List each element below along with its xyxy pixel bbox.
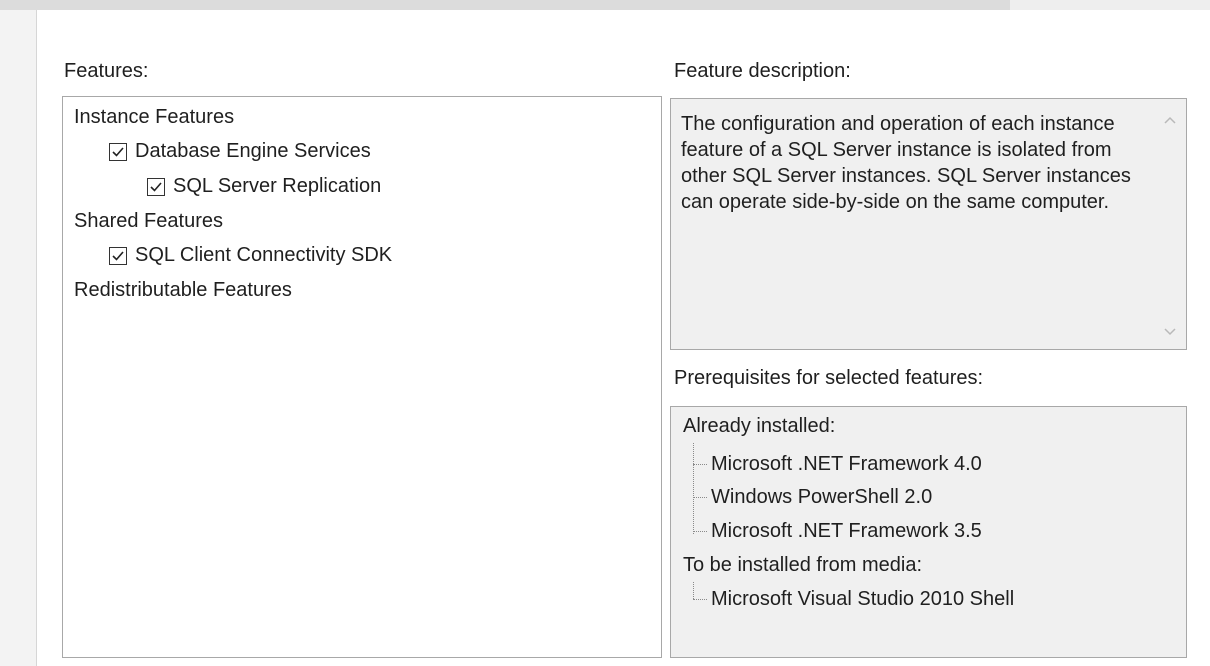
feature-description-text: The configuration and operation of each … <box>681 113 1131 213</box>
tree-item-shared-features[interactable]: Shared Features <box>74 210 223 233</box>
tree-item-instance-features[interactable]: Instance Features <box>74 106 234 129</box>
checkmark-icon <box>112 250 124 261</box>
features-tree[interactable]: Instance Features Database Engine Servic… <box>62 96 662 658</box>
sql-client-connectivity-sdk-checkbox[interactable] <box>109 246 127 265</box>
tree-item-database-engine-services[interactable]: Database Engine Services <box>109 140 371 163</box>
tree-label: Instance Features <box>74 106 235 128</box>
tree-label: Database Engine Services <box>135 140 371 162</box>
checkmark-icon <box>112 146 124 157</box>
prerequisite-item: Microsoft .NET Framework 3.5 <box>693 520 982 543</box>
tree-label: Shared Features <box>74 210 223 232</box>
checkmark-icon <box>150 181 162 192</box>
left-rail <box>0 10 37 666</box>
prerequisites-box: Already installed: Microsoft .NET Framew… <box>670 406 1187 658</box>
tree-item-sql-server-replication[interactable]: SQL Server Replication <box>147 175 381 198</box>
tree-item-sql-client-connectivity-sdk[interactable]: SQL Client Connectivity SDK <box>109 244 392 267</box>
tree-label: SQL Server Replication <box>173 175 382 197</box>
already-installed-heading: Already installed: <box>683 415 836 437</box>
prerequisite-item: Windows PowerShell 2.0 <box>693 486 932 509</box>
tree-item-redistributable-features[interactable]: Redistributable Features <box>74 279 292 302</box>
prerequisite-item: Microsoft .NET Framework 4.0 <box>693 453 982 476</box>
chevron-down-icon[interactable] <box>1164 323 1176 339</box>
prerequisites-label: Prerequisites for selected features: <box>674 367 984 389</box>
tree-label: SQL Client Connectivity SDK <box>135 244 393 266</box>
feature-description-box: The configuration and operation of each … <box>670 98 1187 350</box>
chevron-up-icon[interactable] <box>1164 111 1176 127</box>
feature-description-label: Feature description: <box>674 60 851 82</box>
tree-label: Redistributable Features <box>74 279 292 301</box>
top-band <box>0 0 1210 10</box>
database-engine-services-checkbox[interactable] <box>109 142 127 161</box>
sql-server-replication-checkbox[interactable] <box>147 177 165 196</box>
prerequisite-item: Microsoft Visual Studio 2010 Shell <box>693 588 1014 611</box>
features-label: Features: <box>64 60 149 82</box>
to-be-installed-heading: To be installed from media: <box>683 554 923 576</box>
